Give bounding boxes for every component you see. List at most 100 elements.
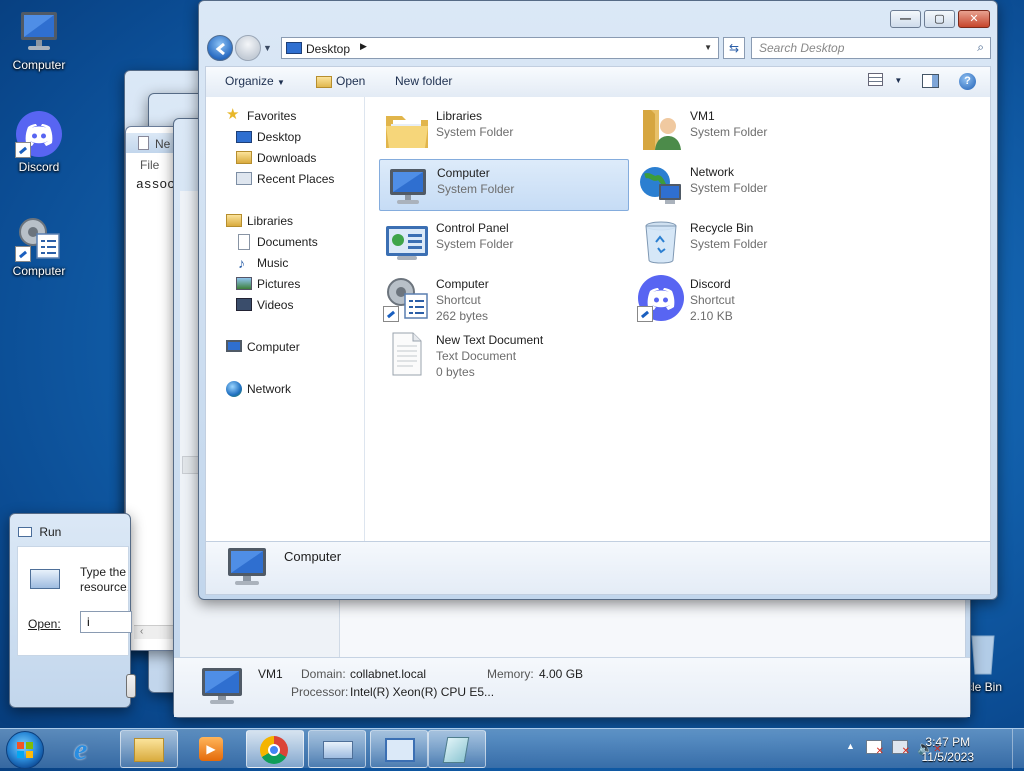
action-center-icon[interactable]: ✕ [866,740,884,757]
taskbar: e ▶ ▲ ✕ ✕ 🔈✕ 3:47 PM 11/5/2023 [0,728,1024,769]
control-panel-icon [385,738,415,762]
run-open-label: Open: [28,617,61,631]
details-pane: Computer [205,541,991,595]
search-icon[interactable]: ⌕ [977,40,984,55]
item-vm1[interactable]: VM1 System Folder [633,103,883,155]
show-hidden-icons-button[interactable]: ▲ [846,741,855,751]
nav-item-music[interactable]: ♪ Music [236,253,288,273]
computer-icon [384,163,432,211]
star-icon: ★ [226,106,240,123]
explorer-taskbar-button[interactable] [120,730,178,768]
run-icon [323,741,353,759]
media-player-button[interactable]: ▶ [183,730,239,768]
notepad-menu-file[interactable]: File [140,158,159,172]
nav-item-desktop[interactable]: Desktop [236,127,301,147]
desktop-icon [236,131,252,143]
address-dropdown-icon[interactable]: ▼ [704,43,712,52]
file-list: Libraries System Folder VM1 System Folde… [365,97,991,541]
navigation-pane: ★ Favorites Desktop Downloads Recent Pla… [205,97,365,541]
help-icon[interactable]: ? [959,73,976,90]
desktop-icon-computer-shortcut[interactable]: Computer [2,214,76,278]
minimize-button[interactable]: — [890,10,921,28]
notepad-icon [138,136,149,150]
item-computer[interactable]: Computer System Folder [379,159,629,211]
vm-name: VM1 [258,667,283,681]
item-discord[interactable]: Discord Shortcut 2.10 KB [633,271,883,327]
desktop-icon-discord[interactable]: Discord [2,110,76,174]
notepad-icon [442,737,470,763]
nav-item-downloads[interactable]: Downloads [236,148,316,168]
title-bar[interactable] [199,1,997,35]
run-ok-button[interactable] [126,674,136,698]
pictures-icon [236,277,252,290]
refresh-button[interactable]: ⇆ [723,37,745,59]
change-view-button[interactable]: ▼ [868,72,902,87]
address-bar[interactable]: Desktop ▶ ▼ [281,37,719,59]
nav-item-videos[interactable]: Videos [236,295,293,315]
network-tray-icon[interactable]: ✕ [892,740,910,757]
show-desktop-button[interactable] [1012,729,1024,769]
shortcut-arrow-icon [637,306,653,322]
item-new-text-document[interactable]: New Text Document Text Document 0 bytes [379,327,629,383]
computer-icon [226,340,242,352]
open-button[interactable]: Open [316,74,365,88]
notepad-taskbar-button[interactable] [428,730,486,768]
breadcrumb-chevron-icon[interactable]: ▶ [360,41,367,52]
run-title: Run [18,524,61,539]
organize-button[interactable]: Organize ▼ [225,74,285,88]
vm-details-pane: VM1 Domain: collabnet.local Memory: 4.00… [174,657,970,717]
folder-open-icon [316,75,332,88]
run-dialog[interactable]: Run Type the resource, Open: [9,513,136,708]
system-clock[interactable]: 3:47 PM 11/5/2023 [922,735,975,765]
start-button[interactable] [6,731,44,769]
control-panel-icon [383,218,431,266]
item-control-panel[interactable]: Control Panel System Folder [379,215,629,267]
notepad-text[interactable]: assoc [136,177,175,192]
documents-icon [238,234,250,250]
control-panel-taskbar-button[interactable] [370,730,428,768]
breadcrumb-desktop[interactable]: Desktop [306,42,350,56]
nav-computer[interactable]: Computer [226,337,300,357]
item-network[interactable]: Network System Folder [633,159,883,211]
user-folder-icon [637,106,685,154]
clock-time: 3:47 PM [925,735,971,749]
item-computer-shortcut[interactable]: Computer Shortcut 262 bytes [379,271,629,327]
nav-item-recent-places[interactable]: Recent Places [236,169,334,189]
music-icon: ♪ [238,255,245,271]
desktop-folder-icon [286,42,302,54]
shortcut-arrow-icon [383,306,399,322]
item-libraries[interactable]: Libraries System Folder [379,103,629,155]
nav-libraries[interactable]: Libraries [226,211,293,231]
internet-explorer-button[interactable]: e [62,730,118,768]
run-taskbar-button[interactable] [308,730,366,768]
chrome-icon [260,736,288,764]
run-open-input[interactable] [80,611,132,633]
back-button[interactable] [207,35,233,61]
new-folder-button[interactable]: New folder [395,74,452,88]
text-document-icon [383,330,431,378]
recycle-bin-icon [637,218,685,266]
nav-network[interactable]: Network [226,379,291,399]
clock-date: 11/5/2023 [921,750,975,764]
nav-item-documents[interactable]: Documents [236,232,318,252]
item-recycle-bin[interactable]: Recycle Bin System Folder [633,215,883,267]
recent-pages-dropdown[interactable]: ▼ [263,43,272,53]
forward-button[interactable] [235,35,261,61]
close-button[interactable]: ✕ [958,10,990,28]
nav-item-pictures[interactable]: Pictures [236,274,300,294]
discord-icon [15,110,63,158]
nav-favorites[interactable]: ★ Favorites [226,106,296,126]
vm-monitor-icon [200,666,244,709]
maximize-button[interactable]: ▢ [924,10,955,28]
view-icon [868,73,883,87]
run-app-icon [30,569,60,589]
search-input[interactable]: Search Desktop ⌕ [751,37,991,59]
run-icon [18,526,32,537]
chrome-taskbar-button[interactable] [246,730,304,768]
shortcut-arrow-icon [15,142,31,158]
computer-icon [224,546,270,593]
folder-icon [134,738,164,762]
preview-pane-button[interactable] [922,74,939,88]
explorer-window[interactable]: — ▢ ✕ ▼ Desktop ▶ ▼ ⇆ Search Desktop ⌕ O… [198,0,998,600]
desktop-icon-computer[interactable]: Computer [2,8,76,72]
